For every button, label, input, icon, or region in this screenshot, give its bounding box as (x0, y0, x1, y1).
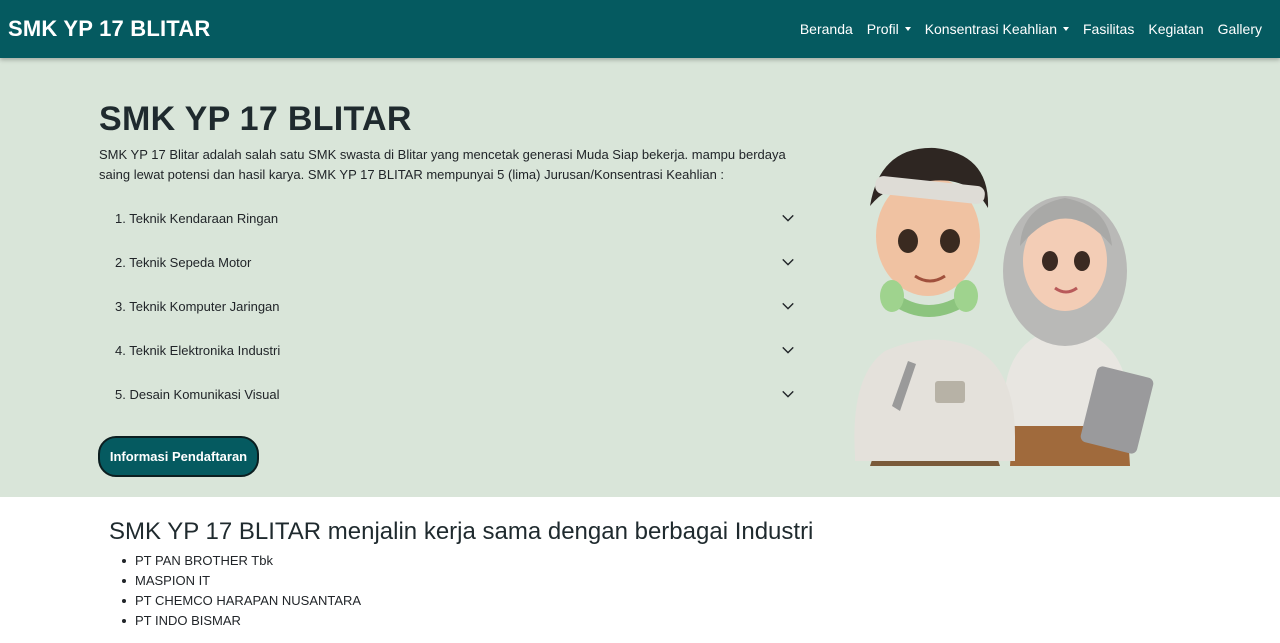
chevron-down-icon (782, 390, 794, 398)
accordion-item-teknik-sepeda-motor[interactable]: 2. Teknik Sepeda Motor (99, 240, 799, 284)
students-illustration (854, 147, 1154, 466)
accordion-item-label: 3. Teknik Komputer Jaringan (115, 298, 280, 314)
nav-link-label: Fasilitas (1083, 21, 1135, 37)
brand-logo-text[interactable]: SMK YP 17 BLITAR (8, 16, 210, 42)
nav-link-label: Gallery (1217, 21, 1262, 37)
list-item: PT CHEMCO HARAPAN NUSANTARA (121, 591, 361, 611)
list-item: PT PAN BROTHER Tbk (121, 551, 361, 571)
nav-link-label: Kegiatan (1148, 21, 1204, 37)
main-nav: Beranda Profil Konsentrasi Keahlian Fasi… (793, 21, 1269, 37)
accordion-item-label: 2. Teknik Sepeda Motor (115, 254, 252, 270)
chevron-down-icon (782, 302, 794, 310)
nav-dropdown-konsentrasi-keahlian[interactable]: Konsentrasi Keahlian (918, 21, 1076, 37)
nav-link-label: Konsentrasi Keahlian (924, 21, 1057, 37)
majors-accordion: 1. Teknik Kendaraan Ringan 2. Teknik Sep… (99, 196, 799, 416)
accordion-item-teknik-kendaraan-ringan[interactable]: 1. Teknik Kendaraan Ringan (99, 196, 799, 240)
nav-dropdown-profil[interactable]: Profil (860, 21, 918, 37)
hero-section: SMK YP 17 BLITAR SMK YP 17 Blitar adalah… (0, 58, 1280, 497)
nav-link-kegiatan[interactable]: Kegiatan (1141, 21, 1210, 37)
accordion-item-teknik-komputer-jaringan[interactable]: 3. Teknik Komputer Jaringan (99, 284, 799, 328)
nav-link-fasilitas[interactable]: Fasilitas (1076, 21, 1141, 37)
registration-info-button[interactable]: Informasi Pendaftaran (98, 436, 259, 477)
caret-down-icon (904, 27, 911, 31)
accordion-item-label: 4. Teknik Elektronika Industri (115, 342, 281, 358)
caret-down-icon (1063, 27, 1069, 31)
nav-link-gallery[interactable]: Gallery (1211, 21, 1269, 37)
accordion-item-label: 1. Teknik Kendaraan Ringan (115, 210, 279, 226)
chevron-down-icon (782, 258, 794, 266)
chevron-down-icon (782, 346, 794, 354)
accordion-item-teknik-elektronika-industri[interactable]: 4. Teknik Elektronika Industri (99, 328, 799, 372)
boy-student-figure (854, 147, 1015, 466)
girl-student-figure (1003, 196, 1154, 466)
nav-link-label: Profil (866, 21, 899, 37)
hero-description: SMK YP 17 Blitar adalah salah satu SMK s… (99, 147, 786, 182)
nav-link-beranda[interactable]: Beranda (793, 21, 860, 37)
accordion-item-desain-komunikasi-visual[interactable]: 5. Desain Komunikasi Visual (99, 372, 799, 416)
list-item: MASPION IT (121, 571, 361, 591)
list-item: PT INDO BISMAR (121, 611, 361, 631)
industry-partner-list: PT PAN BROTHER Tbk MASPION IT PT CHEMCO … (121, 551, 361, 631)
chevron-down-icon (782, 214, 794, 222)
hero-title: SMK YP 17 BLITAR (99, 100, 412, 138)
top-navbar: SMK YP 17 BLITAR Beranda Profil Konsentr… (0, 0, 1280, 58)
nav-link-label: Beranda (799, 21, 853, 37)
industry-section-title: SMK YP 17 BLITAR menjalin kerja sama den… (109, 518, 814, 545)
accordion-item-label: 5. Desain Komunikasi Visual (115, 386, 280, 402)
